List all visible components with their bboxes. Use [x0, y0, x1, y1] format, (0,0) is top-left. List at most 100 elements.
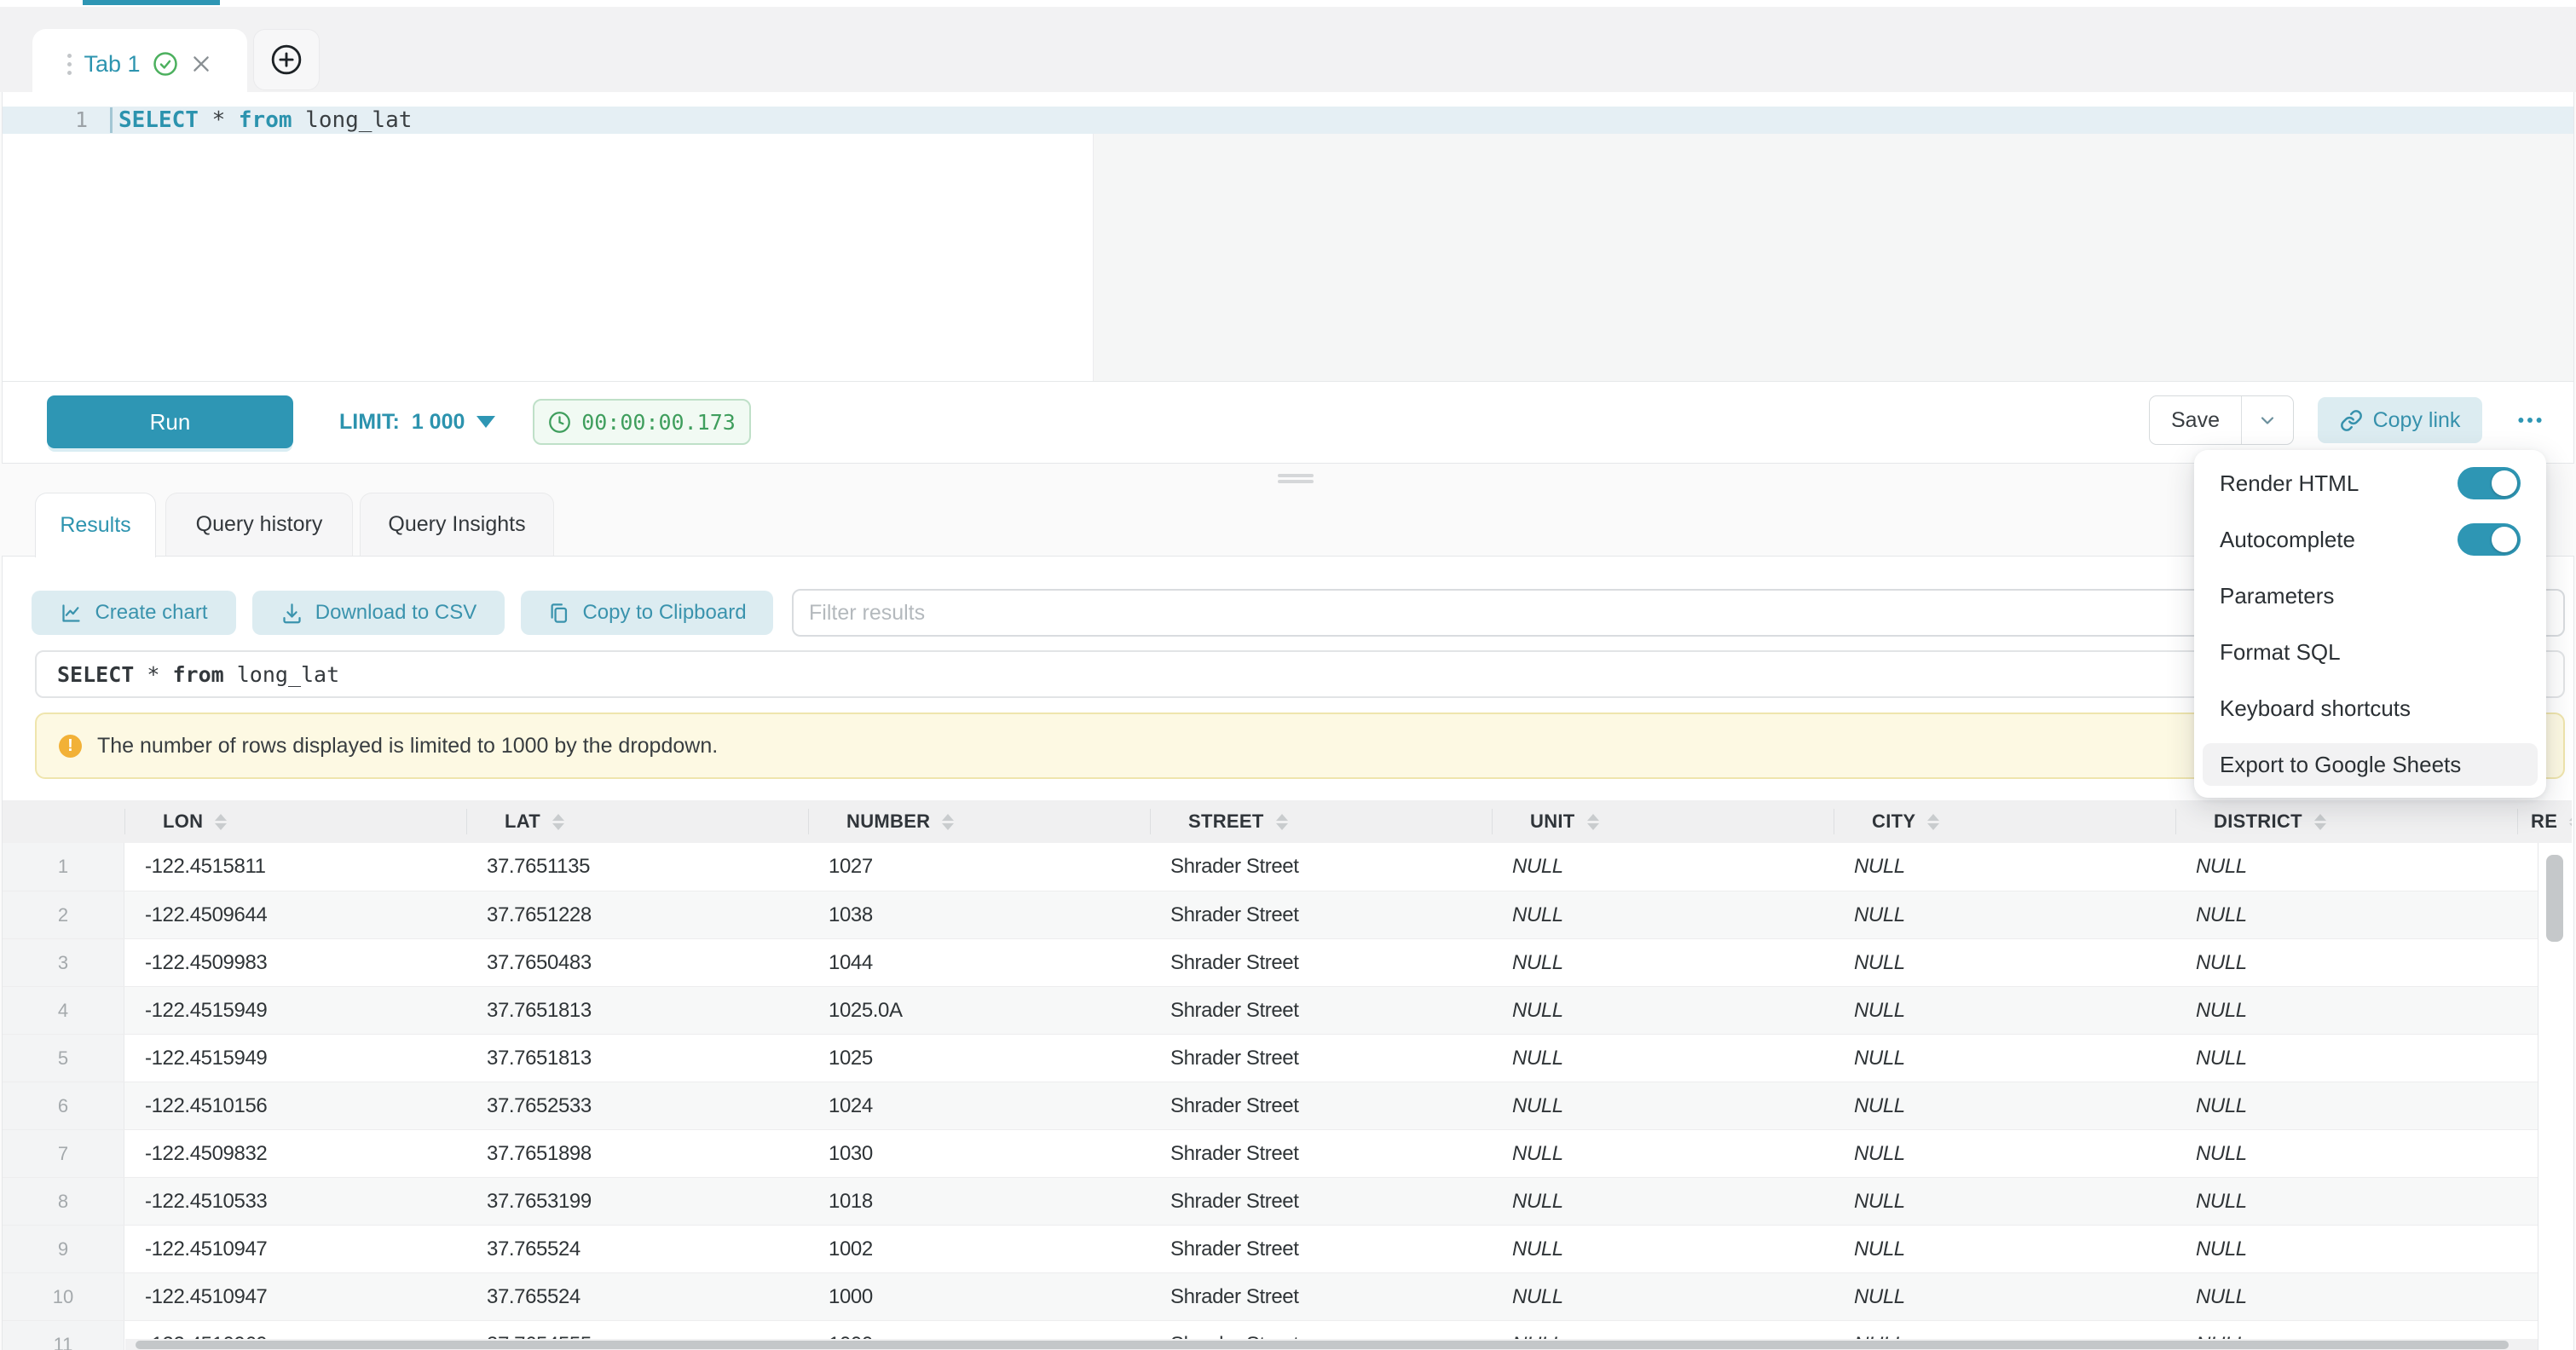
panel-resize-handle[interactable]: [1278, 474, 1314, 484]
cell-number: 1044: [808, 951, 1150, 975]
toggle-switch-on[interactable]: [2458, 523, 2521, 556]
menu-item-label: Keyboard shortcuts: [2220, 695, 2411, 722]
cell-number: 1025.0A: [808, 999, 1150, 1023]
sort-icon[interactable]: [2314, 814, 2326, 830]
horizontal-scrollbar[interactable]: [136, 1341, 2509, 1349]
row-limit-warning: ! The number of rows displayed is limite…: [35, 712, 2565, 779]
cell-number: 1018: [808, 1190, 1150, 1214]
row-number: 7: [3, 1130, 124, 1177]
drag-grip-icon[interactable]: [67, 54, 72, 75]
editor-toolbar: Run LIMIT: 1 000 00:00:00.173 Save: [3, 381, 2573, 462]
cell-unit: NULL: [1492, 999, 1834, 1023]
cell-district: NULL: [2175, 999, 2517, 1023]
cell-city: NULL: [1834, 1142, 2175, 1166]
row-number: 2: [3, 891, 124, 938]
tab-1[interactable]: Tab 1: [32, 29, 247, 99]
table-header-row: LON LATNUMBERSTREETUNIT CITY DISTRICTRE: [3, 800, 2572, 843]
sql-editor-panel[interactable]: 1 SELECT * from long_lat Run LIMIT: 1 00…: [2, 92, 2574, 464]
toggle-switch-on[interactable]: [2458, 467, 2521, 499]
copy-link-label: Copy link: [2373, 408, 2461, 433]
column-header-re[interactable]: RE: [2517, 809, 2572, 834]
sql-preview: SELECT * from long_lat: [35, 650, 2565, 698]
more-options-menu: Render HTML Autocomplete Parameters Format …: [2194, 450, 2546, 798]
cell-unit: NULL: [1492, 855, 1834, 879]
warning-text: The number of rows displayed is limited …: [97, 734, 718, 759]
cell-district: NULL: [2175, 951, 2517, 975]
create-chart-button[interactable]: Create chart: [32, 591, 236, 635]
menu-item-autocomplete[interactable]: Autocomplete: [2203, 518, 2538, 561]
download-to-csv-button[interactable]: Download to CSV: [252, 591, 505, 635]
more-options-button[interactable]: [2507, 397, 2553, 443]
copy-to-clipboard-button[interactable]: Copy to Clipboard: [521, 591, 773, 635]
cell-unit: NULL: [1492, 1190, 1834, 1214]
cell-street: Shrader Street: [1150, 855, 1492, 879]
column-label: CITY: [1872, 811, 1915, 833]
column-header-street[interactable]: STREET: [1150, 809, 1492, 834]
sort-icon[interactable]: [942, 814, 954, 830]
tab-results[interactable]: Results: [35, 493, 156, 557]
close-tab-icon[interactable]: [190, 53, 212, 75]
plus-circle-icon: [270, 43, 303, 76]
sort-icon[interactable]: [1276, 814, 1288, 830]
cell-district: NULL: [2175, 1094, 2517, 1118]
menu-item-format-sql[interactable]: Format SQL: [2203, 631, 2538, 673]
cell-number: 1038: [808, 903, 1150, 927]
copy-link-button[interactable]: Copy link: [2318, 397, 2482, 443]
run-button[interactable]: Run: [47, 395, 293, 448]
cell-lon: -122.4515949: [124, 999, 466, 1023]
sort-icon[interactable]: [1927, 814, 1939, 830]
sort-icon[interactable]: [552, 814, 564, 830]
cell-city: NULL: [1834, 903, 2175, 927]
cell-lon: -122.4510947: [124, 1238, 466, 1261]
save-button[interactable]: Save: [2150, 396, 2241, 444]
menu-item-render-html[interactable]: Render HTML: [2203, 462, 2538, 505]
column-header-lat[interactable]: LAT: [466, 809, 808, 834]
menu-item-label: Export to Google Sheets: [2220, 752, 2461, 778]
cell-city: NULL: [1834, 951, 2175, 975]
clipboard-icon: [547, 602, 570, 625]
cell-unit: NULL: [1492, 951, 1834, 975]
row-number: 1: [3, 843, 124, 891]
column-header-city[interactable]: CITY: [1834, 809, 2175, 834]
cell-city: NULL: [1834, 1047, 2175, 1070]
warning-icon: !: [59, 735, 82, 758]
cell-city: NULL: [1834, 1190, 2175, 1214]
column-header-district[interactable]: DISTRICT: [2175, 809, 2517, 834]
row-number: 11: [3, 1321, 124, 1350]
table-row: 8-122.451053337.76531991018Shrader Stree…: [3, 1177, 2538, 1225]
menu-item-label: Render HTML: [2220, 470, 2359, 497]
limit-dropdown[interactable]: LIMIT: 1 000: [339, 395, 495, 448]
vertical-scrollbar[interactable]: [2546, 855, 2563, 942]
save-options-button[interactable]: [2241, 396, 2293, 444]
cell-number: 1030: [808, 1142, 1150, 1166]
elapsed-time-badge: 00:00:00.173: [533, 399, 751, 445]
editor-overflow-zone: [1093, 134, 2573, 381]
new-tab-button[interactable]: [253, 29, 320, 90]
sort-icon[interactable]: [1587, 814, 1599, 830]
menu-item-export-to-google-sheets[interactable]: Export to Google Sheets: [2203, 743, 2538, 786]
check-circle-icon: [153, 51, 178, 77]
row-number: 6: [3, 1082, 124, 1129]
cell-district: NULL: [2175, 1285, 2517, 1309]
menu-item-keyboard-shortcuts[interactable]: Keyboard shortcuts: [2203, 687, 2538, 730]
column-header-lon[interactable]: LON: [124, 809, 466, 834]
sql-editor-app: Tab 1 1 SELECT * from long_lat Run LIMIT…: [0, 0, 2576, 1350]
cell-number: 1027: [808, 855, 1150, 879]
sql-code-line[interactable]: SELECT * from long_lat: [118, 107, 412, 134]
row-number: 3: [3, 939, 124, 986]
tab-query-insights[interactable]: Query Insights: [360, 493, 554, 556]
cell-lat: 37.7650483: [466, 951, 808, 975]
column-header-number[interactable]: NUMBER: [808, 809, 1150, 834]
column-header-unit[interactable]: UNIT: [1492, 809, 1834, 834]
sort-icon[interactable]: [215, 814, 227, 830]
column-label: LON: [163, 811, 203, 833]
cell-street: Shrader Street: [1150, 1285, 1492, 1309]
tab-query-history[interactable]: Query history: [165, 493, 353, 556]
menu-item-parameters[interactable]: Parameters: [2203, 574, 2538, 617]
sort-icon[interactable]: [2569, 814, 2572, 830]
tab-label: Tab 1: [84, 51, 140, 78]
cell-street: Shrader Street: [1150, 1094, 1492, 1118]
caret-down-icon: [477, 416, 495, 428]
chart-line-icon: [60, 602, 83, 625]
cell-city: NULL: [1834, 855, 2175, 879]
